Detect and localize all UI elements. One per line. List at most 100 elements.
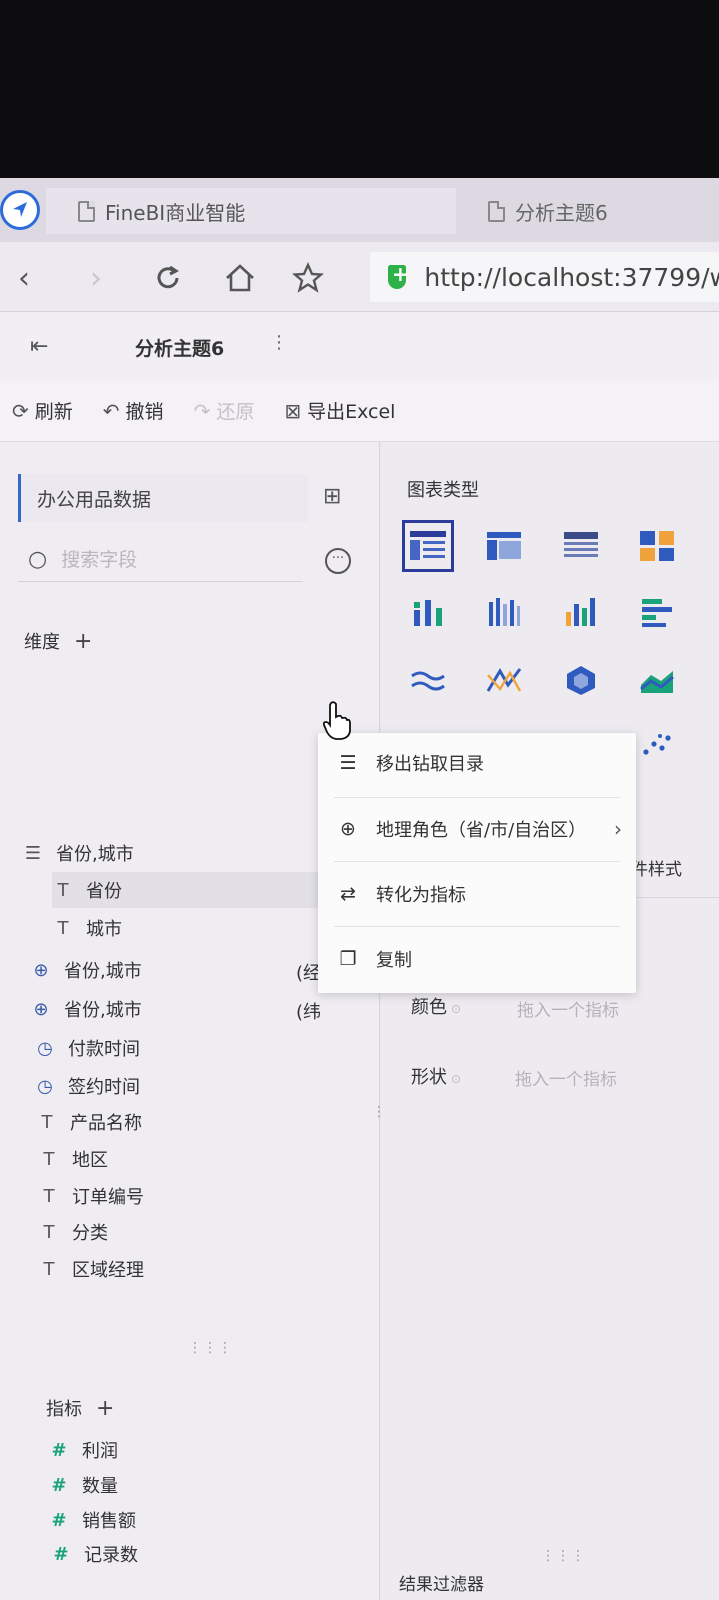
switch-dataset-icon[interactable]: ⊞: [323, 484, 341, 509]
measure-item[interactable]: # 利润: [48, 1432, 118, 1468]
color-label: 颜色: [411, 997, 447, 1018]
search-icon: ○: [28, 547, 48, 572]
tab-label: 分析主题6: [515, 200, 608, 225]
crosstab-chart-icon[interactable]: [478, 520, 530, 572]
shape-drop-zone[interactable]: 拖入一个指标: [515, 1065, 617, 1090]
copy-icon: ❐: [339, 948, 357, 970]
field-label: 付款时间: [68, 1039, 140, 1060]
measure-item[interactable]: # 数量: [48, 1467, 118, 1503]
column-chart-icon[interactable]: [555, 586, 607, 638]
field-label: 利润: [82, 1441, 118, 1462]
redo-icon: ↷: [193, 398, 211, 423]
help-icon[interactable]: ⊙: [451, 1002, 461, 1016]
dimension-item[interactable]: ⊕ 省份,城市: [30, 952, 141, 988]
radar-chart-icon[interactable]: [555, 654, 607, 706]
tab-label: FineBI商业智能: [105, 200, 246, 225]
measure-item[interactable]: # 销售额: [48, 1502, 136, 1538]
field-label: 地区: [72, 1150, 108, 1171]
menu-item-remove-drill[interactable]: ☰ 移出钻取目录: [318, 733, 636, 793]
color-drop-zone[interactable]: 拖入一个指标: [517, 996, 619, 1021]
undo-icon: ↶: [102, 398, 120, 423]
menu-item-label: 移出钻取目录: [376, 754, 484, 775]
vertical-more-icon[interactable]: ⋮: [270, 332, 288, 353]
reload-icon[interactable]: [150, 260, 186, 296]
text-type-icon: T: [57, 879, 69, 901]
clock-icon: ◷: [37, 1037, 53, 1059]
resize-handle[interactable]: ⋮⋮⋮: [188, 1340, 233, 1356]
refresh-button[interactable]: ⟳ 刷新: [12, 397, 73, 424]
forward-icon[interactable]: ›: [78, 260, 114, 296]
dimension-item[interactable]: ◷ 付款时间: [34, 1030, 140, 1066]
more-options-icon[interactable]: ···: [325, 548, 351, 574]
help-icon[interactable]: ⊙: [451, 1072, 461, 1086]
dimension-item[interactable]: T 省份: [52, 872, 322, 908]
chart-type-title: 图表类型: [407, 480, 479, 501]
dimension-item[interactable]: T 区域经理: [38, 1251, 145, 1287]
chart-config-panel: 图表类型 件样式 颜色 ⊙ 拖入一个指标 形状 ⊙ 拖入一个指标 ⋮⋮⋮ 结果过…: [381, 442, 719, 1600]
exit-icon[interactable]: ⇤: [30, 334, 48, 359]
dimension-item[interactable]: T 地区: [38, 1141, 109, 1177]
dataset-selector[interactable]: 办公用品数据: [18, 474, 308, 522]
search-input[interactable]: [61, 548, 282, 571]
menu-item-label: 转化为指标: [376, 885, 466, 906]
line-chart-icon[interactable]: [402, 654, 454, 706]
page-icon: [78, 200, 95, 222]
export-excel-button[interactable]: ⊠ 导出Excel: [284, 397, 395, 424]
browser-tab-finebi[interactable]: FineBI商业智能: [46, 188, 456, 234]
menu-item-geo-role[interactable]: ⊕ 地理角色（省/市/自治区） ›: [318, 799, 636, 859]
number-type-icon: #: [51, 1439, 67, 1461]
page-title: 分析主题6: [135, 338, 225, 360]
url-field[interactable]: http://localhost:37799/w: [370, 252, 719, 302]
table-chart-icon[interactable]: [402, 520, 454, 572]
globe-icon: ⊕: [33, 998, 49, 1020]
dimension-item[interactable]: T 分类: [38, 1214, 109, 1250]
field-label: 数量: [82, 1476, 118, 1497]
star-icon[interactable]: [290, 260, 326, 296]
dimension-item[interactable]: ◷ 签约时间: [34, 1068, 140, 1104]
field-search[interactable]: ○: [18, 538, 303, 582]
context-menu: ☰ 移出钻取目录 ⊕ 地理角色（省/市/自治区） › ⇄ 转化为指标 ❐ 复制: [318, 733, 636, 993]
stacked-bar-icon[interactable]: [478, 586, 530, 638]
menu-item-label: 复制: [376, 950, 412, 971]
add-measure-icon[interactable]: +: [96, 1396, 114, 1421]
drill-tree-icon: ☰: [24, 842, 42, 864]
detail-table-icon[interactable]: [555, 520, 607, 572]
redo-button[interactable]: ↷ 还原: [194, 397, 255, 424]
add-dimension-icon[interactable]: +: [74, 629, 92, 654]
field-label: 订单编号: [72, 1187, 144, 1208]
resize-handle[interactable]: ⋮⋮⋮: [541, 1548, 586, 1564]
kpi-card-icon[interactable]: [631, 520, 683, 572]
home-icon[interactable]: [222, 260, 258, 296]
dimension-title: 维度: [24, 632, 60, 653]
dimension-item[interactable]: T 城市: [52, 910, 123, 946]
refresh-label: 刷新: [34, 401, 73, 423]
back-icon[interactable]: ‹: [6, 260, 42, 296]
dimension-item[interactable]: T 订单编号: [38, 1178, 145, 1214]
text-type-icon: T: [43, 1148, 55, 1170]
horizontal-bar-icon[interactable]: [631, 586, 683, 638]
refresh-icon: ⟳: [12, 398, 29, 423]
menu-separator: [334, 861, 620, 862]
browser-tab-analysis[interactable]: 分析主题6: [488, 188, 608, 234]
polyline-chart-icon[interactable]: [478, 654, 530, 706]
scatter-chart-icon[interactable]: [631, 718, 683, 770]
measure-item[interactable]: # 记录数: [50, 1536, 138, 1572]
dimension-item[interactable]: ☰ 省份,城市: [22, 835, 134, 871]
menu-item-convert-measure[interactable]: ⇄ 转化为指标: [318, 864, 636, 924]
color-property: 颜色 ⊙: [411, 993, 461, 1019]
grouped-bar-icon[interactable]: [402, 586, 454, 638]
menu-item-copy[interactable]: ❐ 复制: [318, 929, 636, 989]
export-label: 导出Excel: [307, 401, 396, 423]
shape-property: 形状 ⊙: [411, 1063, 461, 1089]
area-chart-icon[interactable]: [631, 654, 683, 706]
measure-title: 指标: [46, 1399, 82, 1420]
excel-icon: ⊠: [284, 398, 302, 423]
dimension-item[interactable]: ⊕ 省份,城市: [30, 991, 141, 1027]
dimension-item[interactable]: T 产品名称: [36, 1104, 143, 1140]
navigation-arrow-icon[interactable]: [0, 190, 40, 230]
browser-tab-bar: FineBI商业智能 分析主题6: [0, 178, 719, 242]
undo-button[interactable]: ↶ 撤销: [103, 397, 164, 424]
component-style-tab[interactable]: 件样式: [631, 855, 682, 880]
field-label: 签约时间: [68, 1077, 140, 1098]
text-type-icon: T: [43, 1258, 55, 1280]
